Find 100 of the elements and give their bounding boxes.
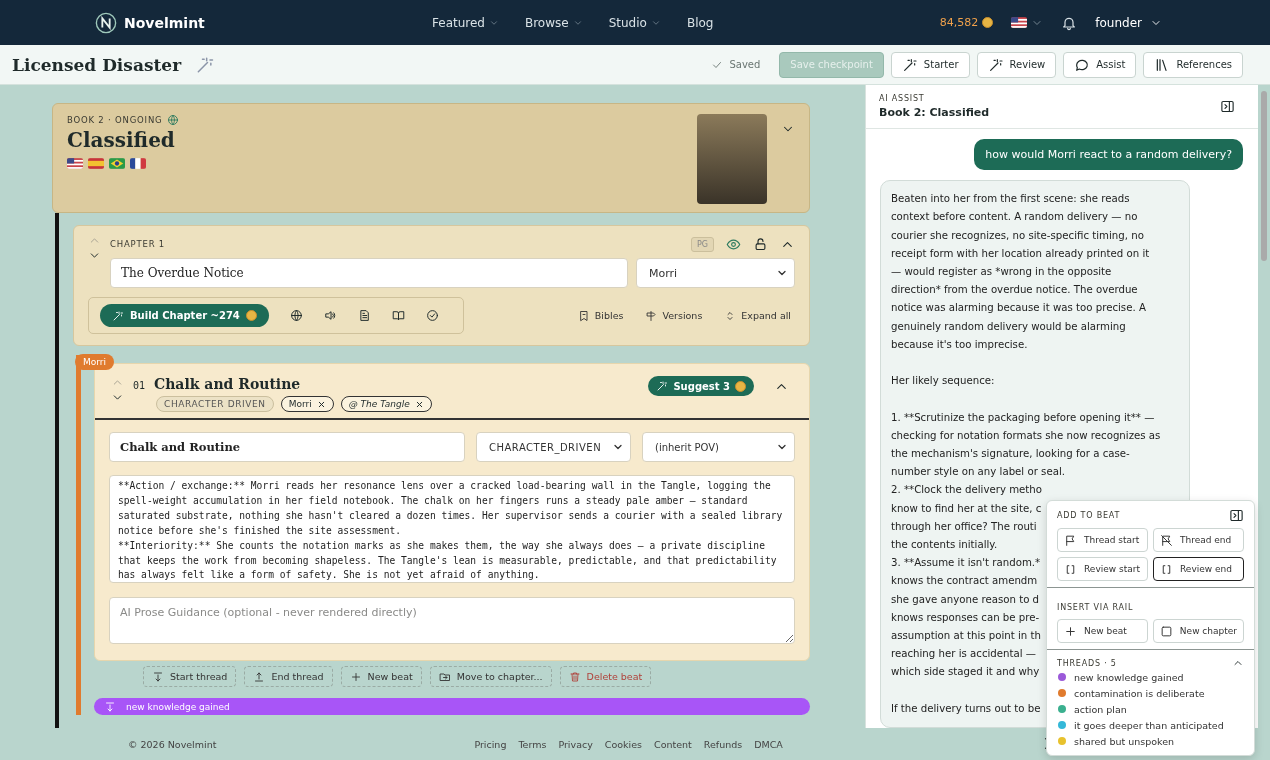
coin-icon — [245, 310, 257, 321]
collapse-panel-icon[interactable] — [1220, 99, 1235, 115]
beat-type-select[interactable]: CHARACTER_DRIVEN — [476, 432, 631, 462]
toolbar-button[interactable]: Review — [976, 51, 1057, 78]
coin-icon — [982, 17, 994, 28]
thread-item[interactable]: contamination is deliberate — [1074, 687, 1205, 699]
thread-item[interactable]: it goes deeper than anticipated — [1074, 719, 1224, 731]
message-line: courier she recognizes, no site-specific timing, no — [891, 228, 1144, 243]
flag-icon — [67, 158, 83, 169]
message-line: which side staged it and why — [891, 665, 1040, 680]
move-icon — [438, 670, 451, 683]
menu-button[interactable]: New beat — [1057, 619, 1148, 643]
message-line: receipt form with her location already printed on it — [891, 246, 1150, 261]
beat-action-button[interactable]: New beat — [340, 666, 422, 687]
footer-link[interactable]: DMCA — [754, 738, 783, 750]
suggest-button[interactable]: Suggest 3 — [648, 376, 754, 396]
menu-button[interactable]: Thread start — [1057, 528, 1148, 552]
panel-title: Book 2: Classified — [879, 106, 990, 120]
language-selector[interactable] — [1011, 16, 1044, 29]
menu-button[interactable]: Review start — [1057, 557, 1148, 581]
thread-item[interactable]: shared but unspoken — [1074, 735, 1175, 747]
coin-icon — [735, 380, 746, 392]
footer-link[interactable]: Terms — [518, 738, 547, 750]
message-line: reaching her is accidental — — [891, 647, 1036, 662]
message-line: 2. **Clock the delivery metho — [891, 483, 1043, 498]
message-line: because it's too imprecise. — [891, 337, 1028, 352]
footer-link[interactable]: Privacy — [558, 738, 593, 750]
nav-link[interactable]: Browse — [524, 15, 583, 30]
message-line: genuinely random delivery would be alarming — [891, 319, 1126, 334]
footer-link[interactable]: Content — [654, 738, 692, 750]
coin-count: 84,582 — [939, 16, 979, 29]
lock-icon[interactable] — [753, 236, 768, 252]
footer-link[interactable]: Pricing — [474, 738, 507, 750]
beat-action-button[interactable]: End thread — [244, 666, 333, 687]
wand-icon — [987, 56, 1004, 73]
pov-select[interactable]: (inherit POV) — [642, 432, 795, 462]
message-line: the mechanism's signature, looking for a case- — [891, 446, 1130, 461]
nav-link[interactable]: Featured — [432, 15, 499, 30]
build-chapter-button[interactable]: Build Chapter ~274 — [100, 304, 269, 327]
menu-button[interactable]: Review end — [1153, 557, 1244, 581]
dock-panel-icon[interactable] — [1229, 508, 1244, 523]
beat-number: 01 — [133, 380, 146, 391]
globe-icon — [167, 114, 180, 126]
chapter-label: CHAPTER 1 — [110, 239, 166, 249]
message-line: direction* from the overdue notice. The overdue — [891, 283, 1138, 298]
toolbar-button[interactable]: References — [1143, 51, 1243, 78]
thread-item[interactable]: action plan — [1074, 703, 1127, 715]
beat-title-field[interactable]: Chalk and Routine — [109, 432, 465, 462]
chapter-link[interactable]: Bibles — [577, 309, 624, 322]
flag-icon — [1011, 17, 1028, 28]
message-line: context before content. A random delivery — no — [891, 210, 1138, 225]
character-chip[interactable]: Morri — [280, 396, 334, 412]
section-heading: INSERT VIA RAIL — [1057, 603, 1134, 612]
brand-name[interactable]: Novelmint — [124, 14, 205, 31]
flag-icon — [109, 158, 125, 169]
message-line: Beaten into her from the first scene: she reads — [891, 192, 1130, 207]
menu-button[interactable]: New chapter — [1152, 619, 1244, 643]
beat-action-button[interactable]: Delete beat — [559, 666, 652, 687]
beat-text-field[interactable]: **Action / exchange:** Morri reads her resonance lens over a cracked load-bearing wall in the Tangle, logging the spell-weight accumulation in her field notebook. The chalk on her fingers runs a steady pale amber — standard saturated substrate, nothing she hasn't cleared a dozen times. Her supervisor sends a courier with a sealed library notice before she's finished the site assessment. **Interiority:** She counts the notation marks as she makes them, the way she always does — a private discipline that keeps the work from becoming shapeless. The Tangle's lean is measurable, predictable, and that predictability has always felt like a form of safety. She is not yet afraid of anything. — [109, 475, 795, 583]
rating-badge: PG — [690, 236, 714, 252]
thread-start-icon — [104, 700, 116, 713]
message-line: through her office? The routi — [891, 519, 1037, 534]
message-line: — would register as *wrong in the opposite — [891, 264, 1112, 279]
bookmark-icon — [577, 309, 590, 322]
check-circle-icon[interactable] — [425, 309, 439, 322]
beat-title: Chalk and Routine — [154, 376, 301, 392]
message-line: 1. **Scrutinize the packaging before opening it** — — [891, 410, 1155, 425]
toolbar-button[interactable]: Assist — [1063, 51, 1137, 78]
globe-icon[interactable] — [289, 309, 303, 322]
user-menu[interactable]: founder — [1095, 15, 1162, 30]
message-line: If the delivery turns out to be — [891, 701, 1041, 716]
guidance-field[interactable]: AI Prose Guidance (optional - never rendered directly) — [109, 597, 795, 644]
book-icon[interactable] — [391, 309, 405, 322]
book-title: Classified — [67, 128, 176, 152]
beat-action-button[interactable]: Move to chapter... — [429, 666, 552, 687]
end-icon — [253, 670, 266, 683]
message-line: number style on any label or seal. — [891, 465, 1065, 480]
scrollbar[interactable] — [1261, 91, 1267, 261]
thread-item[interactable]: new knowledge gained — [1074, 671, 1184, 683]
pov-select[interactable]: Morri — [636, 258, 795, 288]
location-tag[interactable]: @ The Tangle — [340, 396, 432, 412]
character-tag: Morri — [75, 354, 114, 370]
eye-icon[interactable] — [726, 236, 741, 252]
plus-icon — [349, 670, 362, 683]
footer-link[interactable]: Refunds — [703, 738, 743, 750]
chapter-title-field[interactable]: The Overdue Notice — [110, 258, 628, 288]
footer-link[interactable]: Cookies — [604, 738, 642, 750]
remove-icon — [414, 399, 424, 409]
thread-label: new knowledge gained — [126, 701, 230, 712]
toolbar-button[interactable]: Starter — [890, 51, 970, 78]
nav-link[interactable]: Blog — [686, 15, 714, 30]
chapter-link[interactable]: Expand all — [724, 309, 791, 322]
nav-link[interactable]: Studio — [608, 15, 661, 30]
beat-action-button[interactable]: Start thread — [143, 666, 237, 687]
chapter-link[interactable]: Versions — [645, 309, 703, 322]
message-line: assumption at this point in th — [891, 629, 1041, 643]
save-status: Saved — [711, 58, 761, 71]
speaker-icon[interactable] — [323, 309, 337, 322]
project-title: Licensed Disaster — [12, 54, 182, 75]
menu-button[interactable]: Thread end — [1153, 528, 1244, 552]
